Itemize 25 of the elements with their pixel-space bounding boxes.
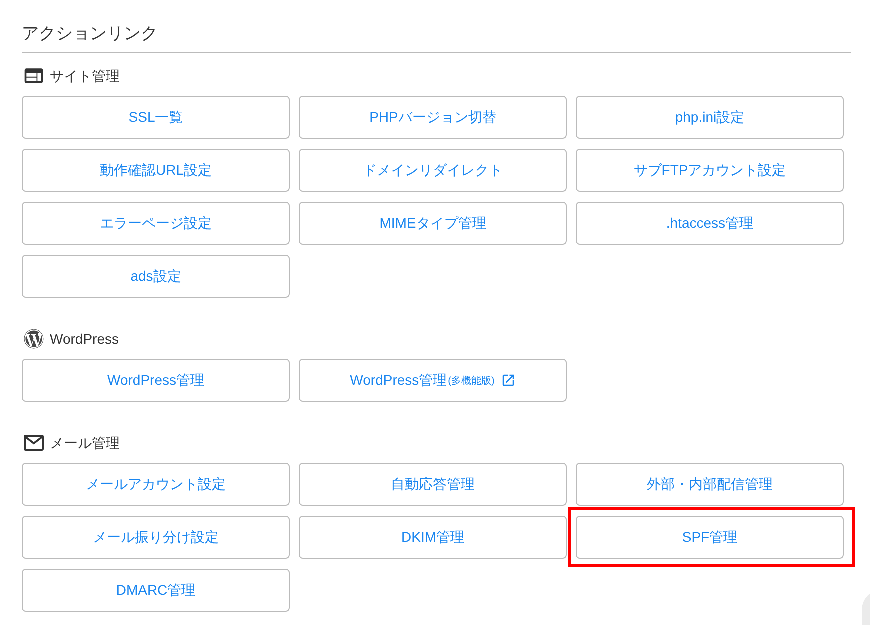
wordpress-logo-icon bbox=[24, 329, 44, 349]
action-link-button[interactable]: .htaccess管理 bbox=[576, 202, 844, 245]
action-link-button[interactable]: DMARC管理 bbox=[22, 569, 290, 612]
action-link-button[interactable]: メールアカウント設定 bbox=[22, 463, 290, 506]
action-link-button[interactable]: 外部・内部配信管理 bbox=[576, 463, 844, 506]
action-link-button[interactable]: エラーページ設定 bbox=[22, 202, 290, 245]
action-link-button[interactable]: WordPress管理 bbox=[22, 359, 290, 402]
action-link-button[interactable]: ドメインリダイレクト bbox=[299, 149, 567, 192]
action-link-button[interactable]: SPF管理 bbox=[576, 516, 844, 559]
action-link-button[interactable]: 動作確認URL設定 bbox=[22, 149, 290, 192]
action-link-button[interactable]: ads設定 bbox=[22, 255, 290, 298]
action-link-button[interactable]: メール振り分け設定 bbox=[22, 516, 290, 559]
action-link-button[interactable]: DKIM管理 bbox=[299, 516, 567, 559]
action-link-button[interactable]: SSL一覧 bbox=[22, 96, 290, 139]
page-title: アクションリンク bbox=[22, 22, 851, 53]
action-link-button[interactable]: PHPバージョン切替 bbox=[299, 96, 567, 139]
action-link-button[interactable]: WordPress管理(多機能版) bbox=[299, 359, 567, 402]
section-heading: WordPress bbox=[50, 330, 119, 349]
action-link-button[interactable]: サブFTPアカウント設定 bbox=[576, 149, 844, 192]
action-link-button[interactable]: MIMEタイプ管理 bbox=[299, 202, 567, 245]
section-heading: メール管理 bbox=[50, 434, 120, 453]
action-link-button[interactable]: 自動応答管理 bbox=[299, 463, 567, 506]
action-link-button[interactable]: php.ini設定 bbox=[576, 96, 844, 139]
section-heading: サイト管理 bbox=[50, 67, 120, 86]
mail-icon bbox=[24, 435, 44, 451]
